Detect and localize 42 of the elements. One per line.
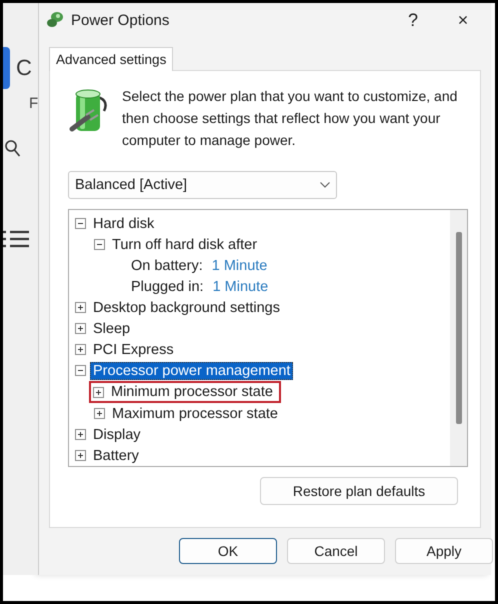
expand-icon[interactable]	[75, 344, 86, 355]
help-button[interactable]: ?	[391, 10, 435, 30]
tree-item[interactable]: Display	[90, 426, 144, 444]
close-button[interactable]: ×	[441, 10, 485, 30]
tab[interactable]: Advanced settings	[49, 47, 174, 71]
power-options-icon	[45, 10, 65, 30]
chevron-down-icon	[320, 182, 330, 188]
tree-item[interactable]: Maximum processor state	[109, 404, 281, 422]
tree-item[interactable]: Desktop background settings	[90, 298, 283, 316]
dialog-button[interactable]: Cancel	[287, 538, 385, 564]
setting-label[interactable]: On battery:	[128, 256, 206, 274]
setting-value-link[interactable]: 1 Minute	[212, 278, 268, 294]
setting-value-link[interactable]: 1 Minute	[212, 258, 268, 274]
dialog-button[interactable]: OK	[179, 538, 277, 564]
window-title: Power Options	[71, 12, 170, 28]
collapse-icon[interactable]	[75, 218, 86, 229]
tree-item[interactable]: Turn off hard disk after	[109, 236, 260, 254]
collapse-icon[interactable]	[75, 365, 86, 376]
tree-item[interactable]: PCI Express	[90, 340, 177, 358]
restore-defaults-button[interactable]: Restore plan defaults	[260, 477, 458, 505]
expand-icon[interactable]	[93, 386, 104, 398]
plan-dropdown[interactable]: Balanced [Active]	[68, 171, 337, 199]
background-window-title: C	[16, 55, 32, 81]
scrollbar[interactable]	[450, 210, 467, 466]
app-tile	[3, 47, 10, 89]
background-window-text: F	[29, 95, 38, 112]
setting-label[interactable]: Plugged in:	[128, 278, 207, 296]
list-icon[interactable]	[3, 230, 29, 248]
expand-icon[interactable]	[94, 408, 105, 419]
tree-item[interactable]: Sleep	[90, 320, 134, 338]
collapse-icon[interactable]	[94, 239, 105, 250]
description-text: Select the power plan that you want to customize, and then choose settings that reflect how you want your computer to manage power.	[122, 87, 458, 150]
tree-item[interactable]: Hard disk	[90, 214, 158, 232]
tree-item[interactable]: Battery	[90, 446, 142, 464]
expand-icon[interactable]	[75, 450, 86, 461]
tree-item[interactable]: Minimum processor state	[108, 383, 276, 401]
expand-icon[interactable]	[75, 323, 86, 334]
expand-icon[interactable]	[75, 302, 86, 313]
dialog-button[interactable]: Apply	[395, 538, 493, 564]
search-icon[interactable]	[5, 140, 21, 158]
tree-item[interactable]: Processor power management	[90, 362, 294, 380]
expand-icon[interactable]	[75, 429, 86, 440]
